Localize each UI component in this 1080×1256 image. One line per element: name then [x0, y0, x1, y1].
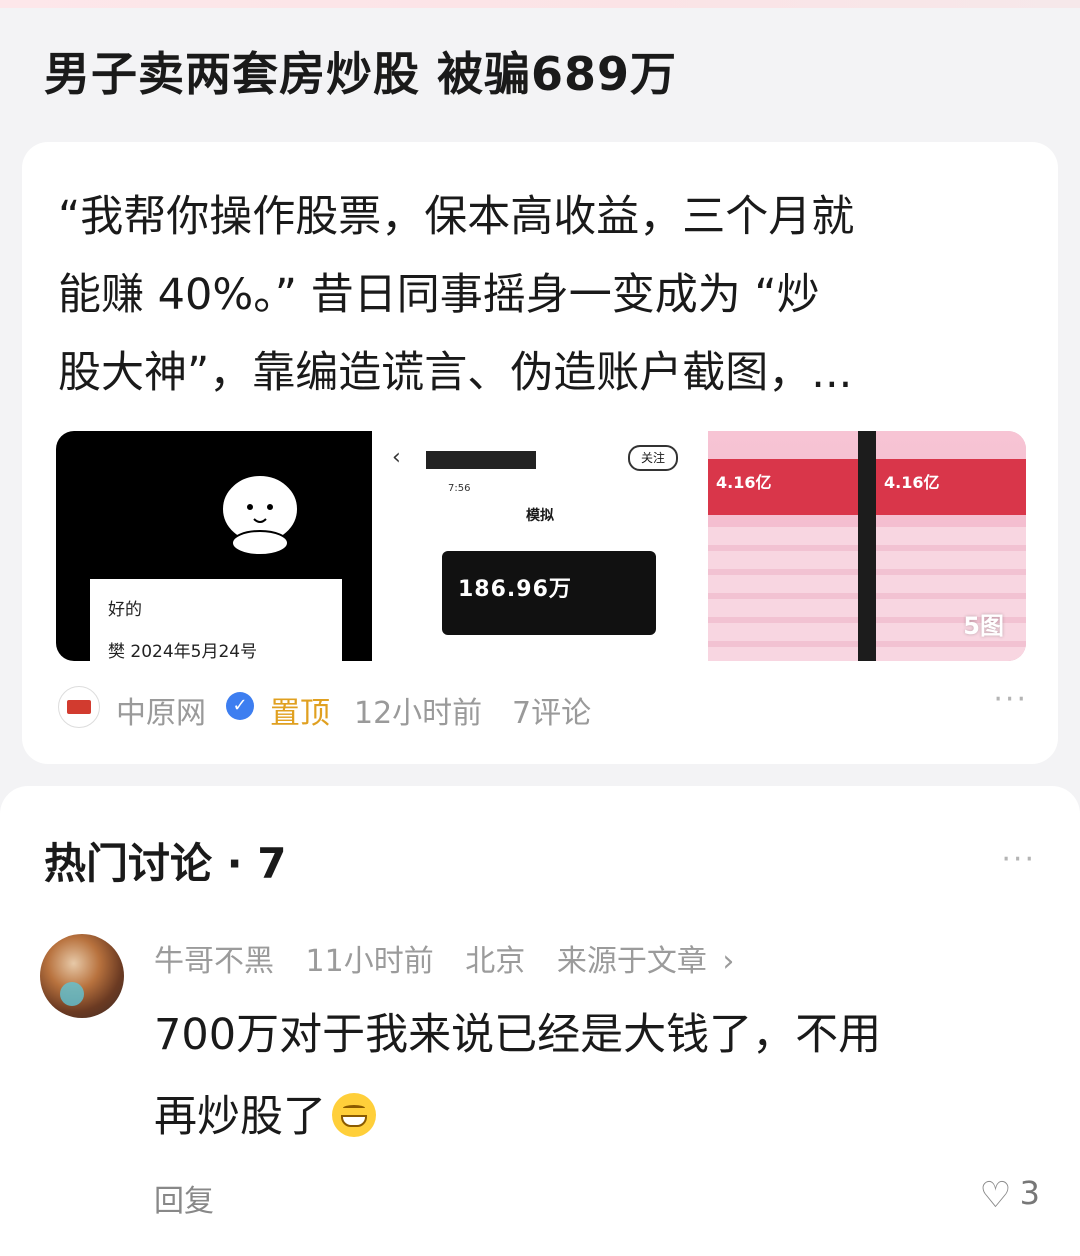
- source-link[interactable]: 来源于文章: [557, 944, 707, 979]
- balance-amount: 4.16亿: [716, 473, 772, 492]
- summary-line: 股大神”，靠编造谎言、伪造账户截图，...: [58, 348, 853, 398]
- source-name[interactable]: 中原网: [116, 688, 206, 732]
- holdings-table: [708, 527, 858, 661]
- comment-meta: 牛哥不黑 11小时前 北京 来源于文章 ›: [154, 936, 734, 980]
- verified-icon: ✓: [226, 692, 254, 720]
- post-time: 12小时前: [354, 696, 483, 731]
- comment-line-2: 再炒股了: [154, 1076, 1034, 1158]
- screen-title: 模拟: [526, 508, 554, 524]
- back-icon: ‹: [392, 445, 401, 470]
- summary-line: 能赚 40%。” 昔日同事摇身一变成为 “炒: [58, 270, 820, 320]
- like-button[interactable]: ♡ 3: [979, 1174, 1040, 1216]
- chat-text: 好的: [108, 600, 142, 620]
- heart-icon: ♡: [979, 1174, 1012, 1216]
- comment-count[interactable]: 7评论: [512, 688, 591, 732]
- trading-screen-left: 4.16亿: [708, 431, 858, 661]
- summary-line: “我帮你操作股票，保本高收益，三个月就: [58, 192, 855, 242]
- redacted-bar: [426, 451, 536, 469]
- divider: [858, 431, 876, 661]
- chevron-right-icon[interactable]: ›: [722, 944, 734, 979]
- avatar[interactable]: [40, 934, 124, 1018]
- hot-discussion-section: 热门讨论 · 7 ··· 牛哥不黑 11小时前 北京 来源于文章 › 700万对…: [0, 786, 1080, 1256]
- comment-location: 北京: [465, 944, 526, 979]
- username[interactable]: 牛哥不黑: [154, 944, 274, 979]
- image-gallery[interactable]: 好的 樊 2024年5月24号 ‹ 关注 7:56 模拟 186.96万 4.1…: [56, 431, 1026, 661]
- balance-amount: 186.96万: [458, 577, 572, 602]
- article-meta: 中原网 ✓ 置顶 12小时前 7评论 ···: [58, 682, 1028, 734]
- more-icon[interactable]: ···: [1001, 842, 1036, 877]
- balance-amount: 4.16亿: [884, 473, 940, 492]
- image-count-badge: 5图: [963, 612, 1004, 640]
- like-count: 3: [1019, 1174, 1040, 1212]
- reply-button[interactable]: 回复: [154, 1176, 214, 1220]
- chat-date: 樊 2024年5月24号: [108, 642, 258, 661]
- article-headline[interactable]: 男子卖两套房炒股 被骗689万: [44, 38, 1044, 110]
- thumbnail-chat-screenshot[interactable]: 好的 樊 2024年5月24号: [56, 431, 372, 661]
- thumbnail-trading-screenshot[interactable]: 4.16亿 4.16亿 5图: [708, 431, 1026, 661]
- comment-line-text: 再炒股了: [154, 1092, 326, 1142]
- section-title: 热门讨论 · 7: [44, 839, 287, 888]
- grin-emoji-icon: [332, 1092, 376, 1137]
- article-card[interactable]: “我帮你操作股票，保本高收益，三个月就 能赚 40%。” 昔日同事摇身一变成为 …: [22, 142, 1058, 764]
- comment-time: 11小时前: [305, 944, 434, 979]
- sticker-image: [221, 474, 299, 556]
- more-icon[interactable]: ···: [993, 682, 1028, 717]
- pinned-label: 置顶: [270, 696, 330, 731]
- top-strip: [0, 0, 1080, 8]
- source-logo[interactable]: [58, 686, 100, 728]
- comment-line: 700万对于我来说已经是大钱了，不用: [154, 1010, 882, 1060]
- comment-body[interactable]: 700万对于我来说已经是大钱了，不用 再炒股了: [154, 994, 1034, 1158]
- status-time: 7:56: [448, 483, 471, 494]
- thumbnail-account-screenshot[interactable]: ‹ 关注 7:56 模拟 186.96万: [382, 431, 698, 661]
- follow-badge: 关注: [628, 445, 678, 471]
- article-summary[interactable]: “我帮你操作股票，保本高收益，三个月就 能赚 40%。” 昔日同事摇身一变成为 …: [58, 178, 1028, 412]
